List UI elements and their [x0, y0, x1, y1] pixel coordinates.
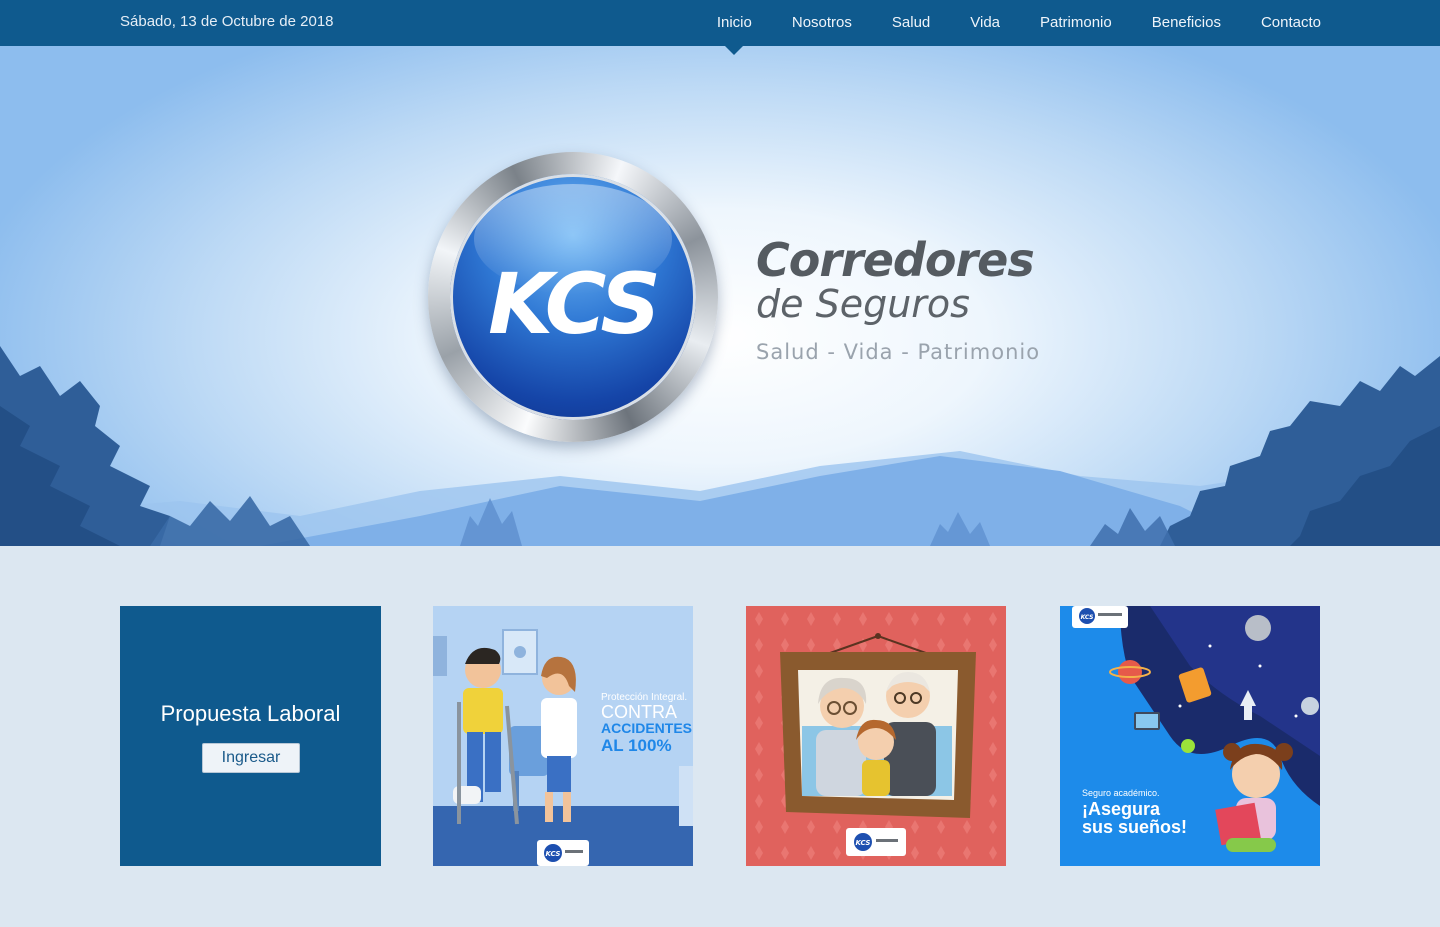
- kcs-badge-text: KCS: [546, 850, 561, 858]
- nav-item-inicio[interactable]: Inicio: [717, 0, 752, 55]
- ingresar-button[interactable]: Ingresar: [202, 743, 300, 773]
- top-bar: Sábado, 13 de Octubre de 2018 Inicio Nos…: [0, 0, 1440, 55]
- mountain-forest-illustration: [0, 346, 1440, 546]
- kcs-badge-text: KCS: [1081, 614, 1094, 621]
- family-portrait-illustration: KCS: [746, 606, 1006, 866]
- kcs-badge-text: KCS: [856, 839, 871, 847]
- nav-item-nosotros[interactable]: Nosotros: [792, 0, 852, 46]
- academico-line-1: Seguro académico.: [1082, 788, 1160, 798]
- academic-insurance-illustration: KCS Seguro académico. ¡Asegura sus sueño…: [1060, 606, 1320, 866]
- main-nav: Inicio Nosotros Salud Vida Patrimonio Be…: [717, 0, 1321, 55]
- accident-insurance-illustration: Protección Integral. CONTRA ACCIDENTES A…: [433, 606, 693, 866]
- card-accidentes[interactable]: Protección Integral. CONTRA ACCIDENTES A…: [433, 606, 693, 866]
- nav-item-vida[interactable]: Vida: [970, 0, 1000, 46]
- kcs-logo-emblem: KCS: [428, 152, 718, 442]
- card-propuesta-laboral: Propuesta Laboral Ingresar: [120, 606, 381, 866]
- hero-banner: KCS Corredores de Seguros Salud - Vida -…: [0, 46, 1440, 546]
- card-seguro-academico[interactable]: KCS Seguro académico. ¡Asegura sus sueño…: [1060, 606, 1320, 866]
- academico-line-2: ¡Asegura: [1082, 799, 1161, 819]
- brand-tagline: Salud - Vida - Patrimonio: [756, 340, 1041, 364]
- accidentes-line-2: CONTRA: [601, 702, 677, 722]
- brand-line-2: de Seguros: [756, 282, 970, 326]
- logo-text: KCS: [488, 255, 661, 353]
- brand-name: Corredores de Seguros Salud - Vida - Pat…: [756, 234, 1040, 364]
- card-title: Propuesta Laboral: [160, 701, 341, 726]
- accidentes-line-3: ACCIDENTES: [601, 720, 692, 736]
- nav-item-patrimonio[interactable]: Patrimonio: [1040, 0, 1112, 46]
- nav-item-beneficios[interactable]: Beneficios: [1152, 0, 1221, 46]
- current-date: Sábado, 13 de Octubre de 2018: [120, 13, 334, 30]
- brand-line-1: Corredores: [756, 233, 1035, 287]
- card-familia[interactable]: KCS: [746, 606, 1006, 866]
- academico-line-3: sus sueños!: [1082, 817, 1187, 837]
- accidentes-line-4: AL 100%: [601, 736, 672, 755]
- nav-item-contacto[interactable]: Contacto: [1261, 0, 1321, 46]
- nav-item-salud[interactable]: Salud: [892, 0, 930, 46]
